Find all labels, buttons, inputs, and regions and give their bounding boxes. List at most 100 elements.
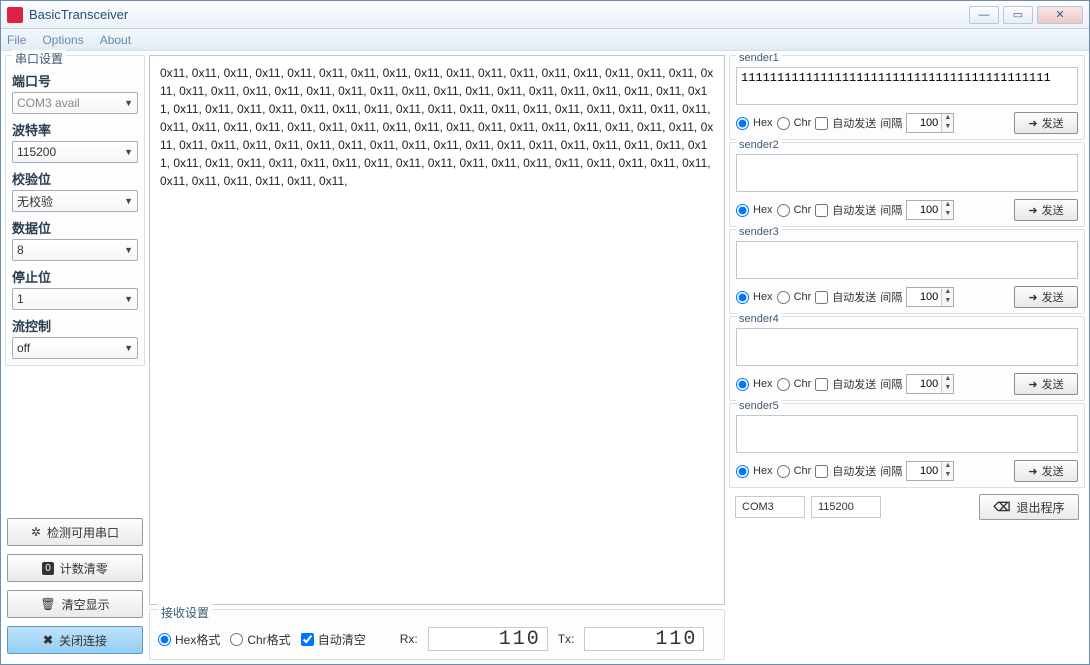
check-label: 校验位 — [12, 169, 138, 188]
close-connection-button[interactable]: ✖ 关闭连接 — [7, 626, 143, 654]
sender-1-hex-radio[interactable]: Hex — [736, 117, 773, 130]
sender-5-interval-spinner[interactable]: ▲▼ — [906, 461, 954, 481]
sender-2-chr-radio[interactable]: Chr — [777, 204, 812, 217]
sender-1-autosend-checkbox[interactable]: 自动发送 — [815, 115, 876, 131]
exit-label: 退出程序 — [1016, 499, 1064, 516]
hex-format-radio[interactable]: Hex格式 — [158, 631, 220, 648]
maximize-button[interactable]: ▭ — [1003, 6, 1033, 24]
status-port: COM3 — [735, 496, 805, 518]
trash-icon: 🗑 — [40, 597, 55, 611]
sender-4-hex-radio[interactable]: Hex — [736, 378, 773, 391]
sender-4-interval-spinner[interactable]: ▲▼ — [906, 374, 954, 394]
middle-panel: 0x11, 0x11, 0x11, 0x11, 0x11, 0x11, 0x11… — [149, 55, 725, 660]
baud-value: 115200 — [17, 145, 56, 159]
receive-settings-group: 接收设置 Hex格式 Chr格式 自动清空 Rx: 110 — [149, 609, 725, 660]
chr-format-radio-input[interactable] — [230, 633, 243, 646]
sender-3-input[interactable] — [736, 241, 1078, 279]
senders-panel: sender1 Hex Chr 自动发送 间隔 ▲▼ ➜发送 sender2 H… — [729, 55, 1085, 660]
menu-about[interactable]: About — [100, 33, 131, 47]
sender-1-interval-label: 间隔 — [880, 115, 902, 131]
sender-5-input[interactable] — [736, 415, 1078, 453]
sender-5-title: sender5 — [736, 400, 782, 412]
sender-3-send-button[interactable]: ➜发送 — [1014, 286, 1078, 308]
check-combo[interactable]: 无校验 ▼ — [12, 190, 138, 212]
sender-1-send-button[interactable]: ➜发送 — [1014, 112, 1078, 134]
baud-combo[interactable]: 115200 ▼ — [12, 141, 138, 163]
auto-clear-checkbox[interactable]: 自动清空 — [301, 631, 366, 648]
sender-1-interval-spinner[interactable]: ▲▼ — [906, 113, 954, 133]
receive-textarea[interactable]: 0x11, 0x11, 0x11, 0x11, 0x11, 0x11, 0x11… — [149, 55, 725, 605]
sender-3-title: sender3 — [736, 226, 782, 238]
sender-2-controls: Hex Chr 自动发送 间隔 ▲▼ ➜发送 — [736, 199, 1078, 221]
window-title: BasicTransceiver — [29, 7, 969, 22]
spinner-down-icon[interactable]: ▼ — [942, 384, 953, 393]
minimize-button[interactable]: — — [969, 6, 999, 24]
flow-combo[interactable]: off ▼ — [12, 337, 138, 359]
sender-3-group: sender3 Hex Chr 自动发送 间隔 ▲▼ ➜发送 — [729, 229, 1085, 314]
status-footer: COM3 115200 ⌫ 退出程序 — [729, 490, 1085, 524]
sender-2-send-button[interactable]: ➜发送 — [1014, 199, 1078, 221]
spinner-down-icon[interactable]: ▼ — [942, 297, 953, 306]
spinner-up-icon[interactable]: ▲ — [942, 288, 953, 297]
spinner-down-icon[interactable]: ▼ — [942, 471, 953, 480]
counter-reset-button[interactable]: 0 计数清零 — [7, 554, 143, 582]
sender-4-chr-radio[interactable]: Chr — [777, 378, 812, 391]
status-baud: 115200 — [811, 496, 881, 518]
sender-1-chr-radio[interactable]: Chr — [777, 117, 812, 130]
sender-3-hex-radio[interactable]: Hex — [736, 291, 773, 304]
spinner-up-icon[interactable]: ▲ — [942, 201, 953, 210]
spinner-down-icon[interactable]: ▼ — [942, 123, 953, 132]
stopbits-value: 1 — [17, 292, 24, 306]
sender-5-send-button[interactable]: ➜发送 — [1014, 460, 1078, 482]
databits-combo[interactable]: 8 ▼ — [12, 239, 138, 261]
spinner-down-icon[interactable]: ▼ — [942, 210, 953, 219]
stopbits-label: 停止位 — [12, 267, 138, 286]
auto-clear-checkbox-input[interactable] — [301, 633, 314, 646]
refresh-icon: ✲ — [31, 525, 41, 539]
sender-4-interval-label: 间隔 — [880, 376, 902, 392]
chr-format-radio[interactable]: Chr格式 — [230, 631, 290, 648]
port-combo[interactable]: COM3 avail ▼ — [12, 92, 138, 114]
chevron-down-icon: ▼ — [124, 294, 133, 304]
sender-2-title: sender2 — [736, 139, 782, 151]
spinner-up-icon[interactable]: ▲ — [942, 462, 953, 471]
exit-button[interactable]: ⌫ 退出程序 — [979, 494, 1079, 520]
sender-4-input[interactable] — [736, 328, 1078, 366]
sender-5-chr-radio[interactable]: Chr — [777, 465, 812, 478]
sender-3-interval-spinner[interactable]: ▲▼ — [906, 287, 954, 307]
clear-display-button[interactable]: 🗑 清空显示 — [7, 590, 143, 618]
spinner-up-icon[interactable]: ▲ — [942, 114, 953, 123]
sender-2-input[interactable] — [736, 154, 1078, 192]
exit-icon: ⌫ — [994, 500, 1011, 514]
sender-4-controls: Hex Chr 自动发送 间隔 ▲▼ ➜发送 — [736, 373, 1078, 395]
databits-value: 8 — [17, 243, 24, 257]
sender-3-autosend-checkbox[interactable]: 自动发送 — [815, 289, 876, 305]
close-button[interactable]: ✕ — [1037, 6, 1083, 24]
stopbits-combo[interactable]: 1 ▼ — [12, 288, 138, 310]
sender-3-chr-radio[interactable]: Chr — [777, 291, 812, 304]
sender-2-autosend-checkbox[interactable]: 自动发送 — [815, 202, 876, 218]
main-window: BasicTransceiver — ▭ ✕ File Options Abou… — [0, 0, 1090, 665]
hex-format-radio-input[interactable] — [158, 633, 171, 646]
arrow-right-icon: ➜ — [1028, 117, 1037, 130]
sender-2-interval-spinner[interactable]: ▲▼ — [906, 200, 954, 220]
sender-5-hex-radio[interactable]: Hex — [736, 465, 773, 478]
sender-4-autosend-checkbox[interactable]: 自动发送 — [815, 376, 876, 392]
menu-options[interactable]: Options — [42, 33, 83, 47]
counter-reset-label: 计数清零 — [60, 560, 108, 577]
detect-ports-button[interactable]: ✲ 检测可用串口 — [7, 518, 143, 546]
sender-5-autosend-checkbox[interactable]: 自动发送 — [815, 463, 876, 479]
app-icon — [7, 7, 23, 23]
spinner-up-icon[interactable]: ▲ — [942, 375, 953, 384]
chevron-down-icon: ▼ — [124, 98, 133, 108]
sender-5-controls: Hex Chr 自动发送 间隔 ▲▼ ➜发送 — [736, 460, 1078, 482]
sidebar-buttons: ✲ 检测可用串口 0 计数清零 🗑 清空显示 ✖ 关闭连接 — [5, 512, 145, 660]
sender-4-send-button[interactable]: ➜发送 — [1014, 373, 1078, 395]
receive-settings-title: 接收设置 — [158, 604, 212, 621]
sender-2-hex-radio[interactable]: Hex — [736, 204, 773, 217]
sender-1-input[interactable] — [736, 67, 1078, 105]
serial-settings-title: 串口设置 — [12, 50, 66, 67]
window-buttons: — ▭ ✕ — [969, 6, 1083, 24]
flow-label: 流控制 — [12, 316, 138, 335]
menu-file[interactable]: File — [7, 33, 26, 47]
